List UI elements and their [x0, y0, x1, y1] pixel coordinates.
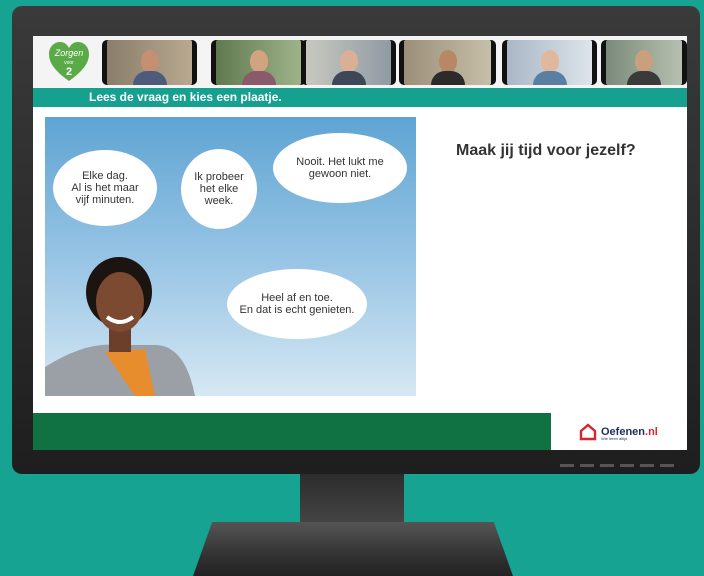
participant-body	[430, 71, 465, 85]
monitor-stand-neck	[300, 474, 404, 522]
monitor-button	[600, 464, 614, 467]
answer-bubble-4[interactable]: Heel af en toe. En dat is echt genieten.	[227, 269, 367, 339]
monitor-stand-base	[193, 522, 513, 576]
house-icon	[579, 423, 597, 441]
answer-bubble-2[interactable]: Ik probeer het elke week.	[181, 149, 257, 229]
participant-video-tile[interactable]	[301, 40, 396, 85]
zorgen-voor-2-logo: Zorgen voor 2	[49, 42, 89, 81]
instruction-text: Lees de vraag en kies een plaatje.	[89, 90, 282, 104]
participant-face	[438, 50, 457, 72]
instruction-banner: Lees de vraag en kies een plaatje.	[33, 88, 687, 107]
participant-body	[331, 71, 366, 85]
participant-face	[339, 50, 358, 72]
participant-video-tile[interactable]	[399, 40, 496, 85]
participant-face	[540, 50, 559, 72]
brand-tld: .nl	[645, 426, 658, 438]
answer-bubble-3[interactable]: Nooit. Het lukt me gewoon niet.	[273, 133, 407, 203]
screen: Zorgen voor 2 Lees de vraag en kies een …	[33, 36, 687, 450]
monitor-button	[580, 464, 594, 467]
monitor-button	[660, 464, 674, 467]
monitor-button	[620, 464, 634, 467]
participant-video-tile[interactable]	[601, 40, 687, 85]
participant-video-tile[interactable]	[211, 40, 306, 85]
participant-face	[140, 50, 159, 72]
participant-body	[532, 71, 567, 85]
answer-bubble-1[interactable]: Elke dag. Al is het maar vijf minuten.	[53, 150, 157, 226]
answer-image[interactable]: Elke dag. Al is het maar vijf minuten. I…	[45, 117, 416, 396]
monitor-button	[640, 464, 654, 467]
participant-body	[241, 71, 276, 85]
logo-text-3: 2	[66, 66, 72, 78]
monitor-button	[560, 464, 574, 467]
oefenen-logo: Oefenen.nl Wie leren altijd	[579, 420, 658, 444]
participant-video-tile[interactable]	[502, 40, 597, 85]
question-text: Maak jij tijd voor jezelf?	[456, 142, 636, 159]
participant-video-tile[interactable]	[102, 40, 197, 85]
participant-face	[249, 50, 268, 72]
footer-bar	[33, 413, 551, 450]
participant-face	[635, 50, 653, 72]
participant-body	[132, 71, 167, 85]
video-participant-bar: Zorgen voor 2	[33, 36, 687, 88]
logo-text-1: Zorgen	[54, 48, 84, 58]
brand-tagline: Wie leren altijd	[601, 436, 628, 441]
